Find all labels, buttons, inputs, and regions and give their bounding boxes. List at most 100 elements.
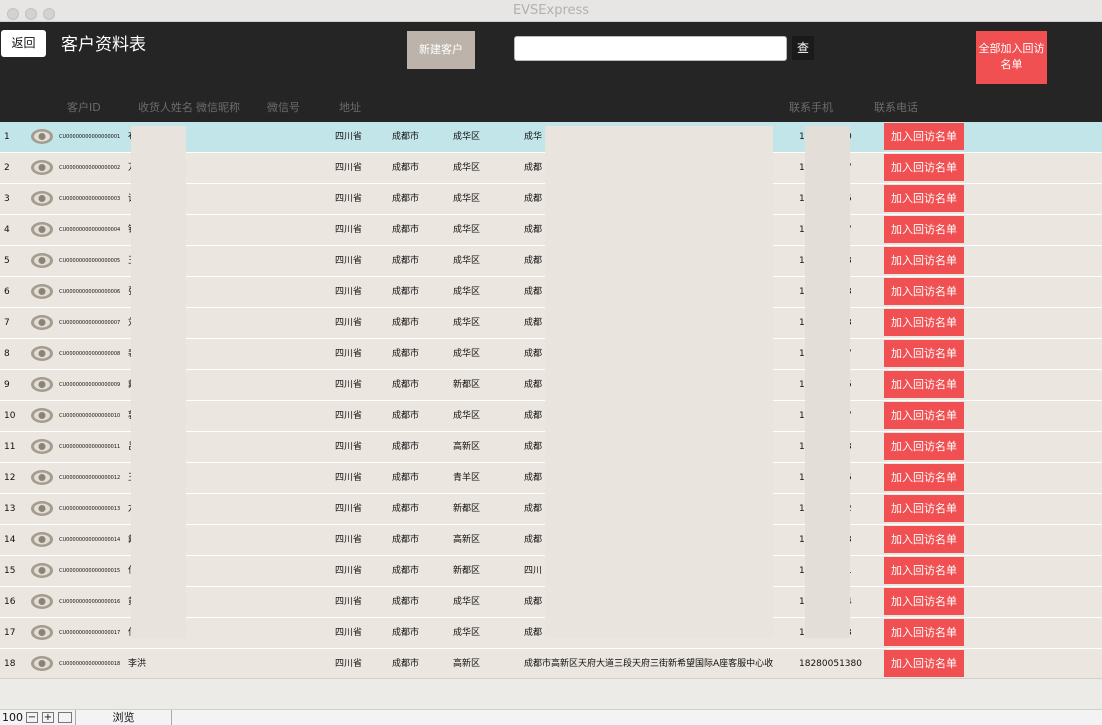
view-eye-icon[interactable] [30,438,54,455]
district: 新都区 [453,566,481,576]
add-to-visit-list-button[interactable]: 加入回访名单 [884,464,964,491]
add-to-visit-list-button[interactable]: 加入回访名单 [884,309,964,336]
view-eye-icon[interactable] [30,562,54,579]
view-eye-icon[interactable] [30,221,54,238]
mobile-phone: 1 [799,318,805,328]
add-to-visit-list-button[interactable]: 加入回访名单 [884,557,964,584]
column-header-recipient-name[interactable]: 收货人姓名 [138,99,193,115]
column-header-wechat-id[interactable]: 微信号 [267,99,300,115]
address: 成都 [524,628,543,638]
add-to-visit-list-button[interactable]: 加入回访名单 [884,433,964,460]
row-index: 6 [4,287,10,297]
customer-id: CU00000000000000012 [59,475,121,481]
page-title: 客户资料表 [61,35,146,55]
mobile-phone: 1 [799,628,805,638]
add-to-visit-list-button[interactable]: 加入回访名单 [884,495,964,522]
view-eye-icon[interactable] [30,500,54,517]
city: 成都市 [392,411,420,421]
search-button[interactable]: 查 [792,36,814,60]
view-eye-icon[interactable] [30,407,54,424]
add-to-visit-list-button[interactable]: 加入回访名单 [884,371,964,398]
district: 成华区 [453,628,481,638]
row-index: 15 [4,566,16,576]
mobile-phone: 1 [799,194,805,204]
new-customer-button[interactable]: 新建客户 [407,31,475,69]
view-eye-icon[interactable] [30,190,54,207]
address: 成都 [524,163,543,173]
table-row[interactable]: 18 CU00000000000000018 李洪 四川省 成都市 高新区 成都市高新区天府… [0,649,1102,680]
redacted-address-region [545,126,773,638]
column-header-mobile[interactable]: 联系手机 [789,99,833,115]
view-eye-icon[interactable] [30,655,54,672]
row-index: 4 [4,225,10,235]
province: 四川省 [335,318,363,328]
district: 成华区 [453,256,481,266]
address: 成都 [524,442,543,452]
mobile-phone: 1 [799,380,805,390]
district: 成华区 [453,163,481,173]
view-eye-icon[interactable] [30,252,54,269]
city: 成都市 [392,194,420,204]
add-to-visit-list-button[interactable]: 加入回访名单 [884,154,964,181]
column-header-customer-id[interactable]: 客户ID [67,99,101,115]
add-to-visit-list-button[interactable]: 加入回访名单 [884,526,964,553]
district: 高新区 [453,535,481,545]
district: 成华区 [453,349,481,359]
mobile-phone: 1 [799,132,805,142]
view-eye-icon[interactable] [30,593,54,610]
view-mode[interactable]: 浏览 [75,710,172,725]
add-to-visit-list-button[interactable]: 加入回访名单 [884,340,964,367]
view-eye-icon[interactable] [30,469,54,486]
province: 四川省 [335,504,363,514]
view-eye-icon[interactable] [30,314,54,331]
view-eye-icon[interactable] [30,531,54,548]
add-to-visit-list-button[interactable]: 加入回访名单 [884,619,964,646]
add-to-visit-list-button[interactable]: 加入回访名单 [884,402,964,429]
view-eye-icon[interactable] [30,159,54,176]
city: 成都市 [392,504,420,514]
column-header-address[interactable]: 地址 [339,99,361,115]
customer-id: CU00000000000000013 [59,506,121,512]
redacted-name-region [131,126,186,638]
zoom-in-icon[interactable]: + [42,712,54,723]
column-header-wechat-nickname[interactable]: 微信昵称 [196,99,240,115]
zoom-out-icon[interactable]: − [26,712,38,723]
toggle-toolbar-icon[interactable] [58,712,72,723]
back-button[interactable]: 返回 [1,30,46,57]
city: 成都市 [392,349,420,359]
row-index: 8 [4,349,10,359]
address: 成都 [524,597,543,607]
address: 成都市高新区天府大道三段天府三街新希望国际A座客服中心收 [524,659,774,669]
add-to-visit-list-button[interactable]: 加入回访名单 [884,650,964,677]
city: 成都市 [392,597,420,607]
column-header-phone[interactable]: 联系电话 [874,99,918,115]
city: 成都市 [392,566,420,576]
zoom-level[interactable]: 100 [2,711,23,724]
district: 高新区 [453,659,481,669]
city: 成都市 [392,163,420,173]
search-input[interactable] [514,36,787,61]
view-eye-icon[interactable] [30,283,54,300]
city: 成都市 [392,442,420,452]
customer-id: CU00000000000000018 [59,661,121,667]
view-eye-icon[interactable] [30,345,54,362]
add-to-visit-list-button[interactable]: 加入回访名单 [884,588,964,615]
city: 成都市 [392,132,420,142]
recipient-name: 李洪 [128,659,147,669]
city: 成都市 [392,535,420,545]
mobile-phone: 1 [799,535,805,545]
add-to-visit-list-button[interactable]: 加入回访名单 [884,216,964,243]
add-to-visit-list-button[interactable]: 加入回访名单 [884,278,964,305]
province: 四川省 [335,659,363,669]
row-index: 18 [4,659,16,669]
mobile-phone: 1 [799,597,805,607]
view-eye-icon[interactable] [30,624,54,641]
add-to-visit-list-button[interactable]: 加入回访名单 [884,123,964,150]
district: 新都区 [453,504,481,514]
address: 成都 [524,504,543,514]
add-to-visit-list-button[interactable]: 加入回访名单 [884,247,964,274]
add-all-to-visit-list-button[interactable]: 全部加入回访名单 [976,31,1047,84]
add-to-visit-list-button[interactable]: 加入回访名单 [884,185,964,212]
view-eye-icon[interactable] [30,128,54,145]
view-eye-icon[interactable] [30,376,54,393]
